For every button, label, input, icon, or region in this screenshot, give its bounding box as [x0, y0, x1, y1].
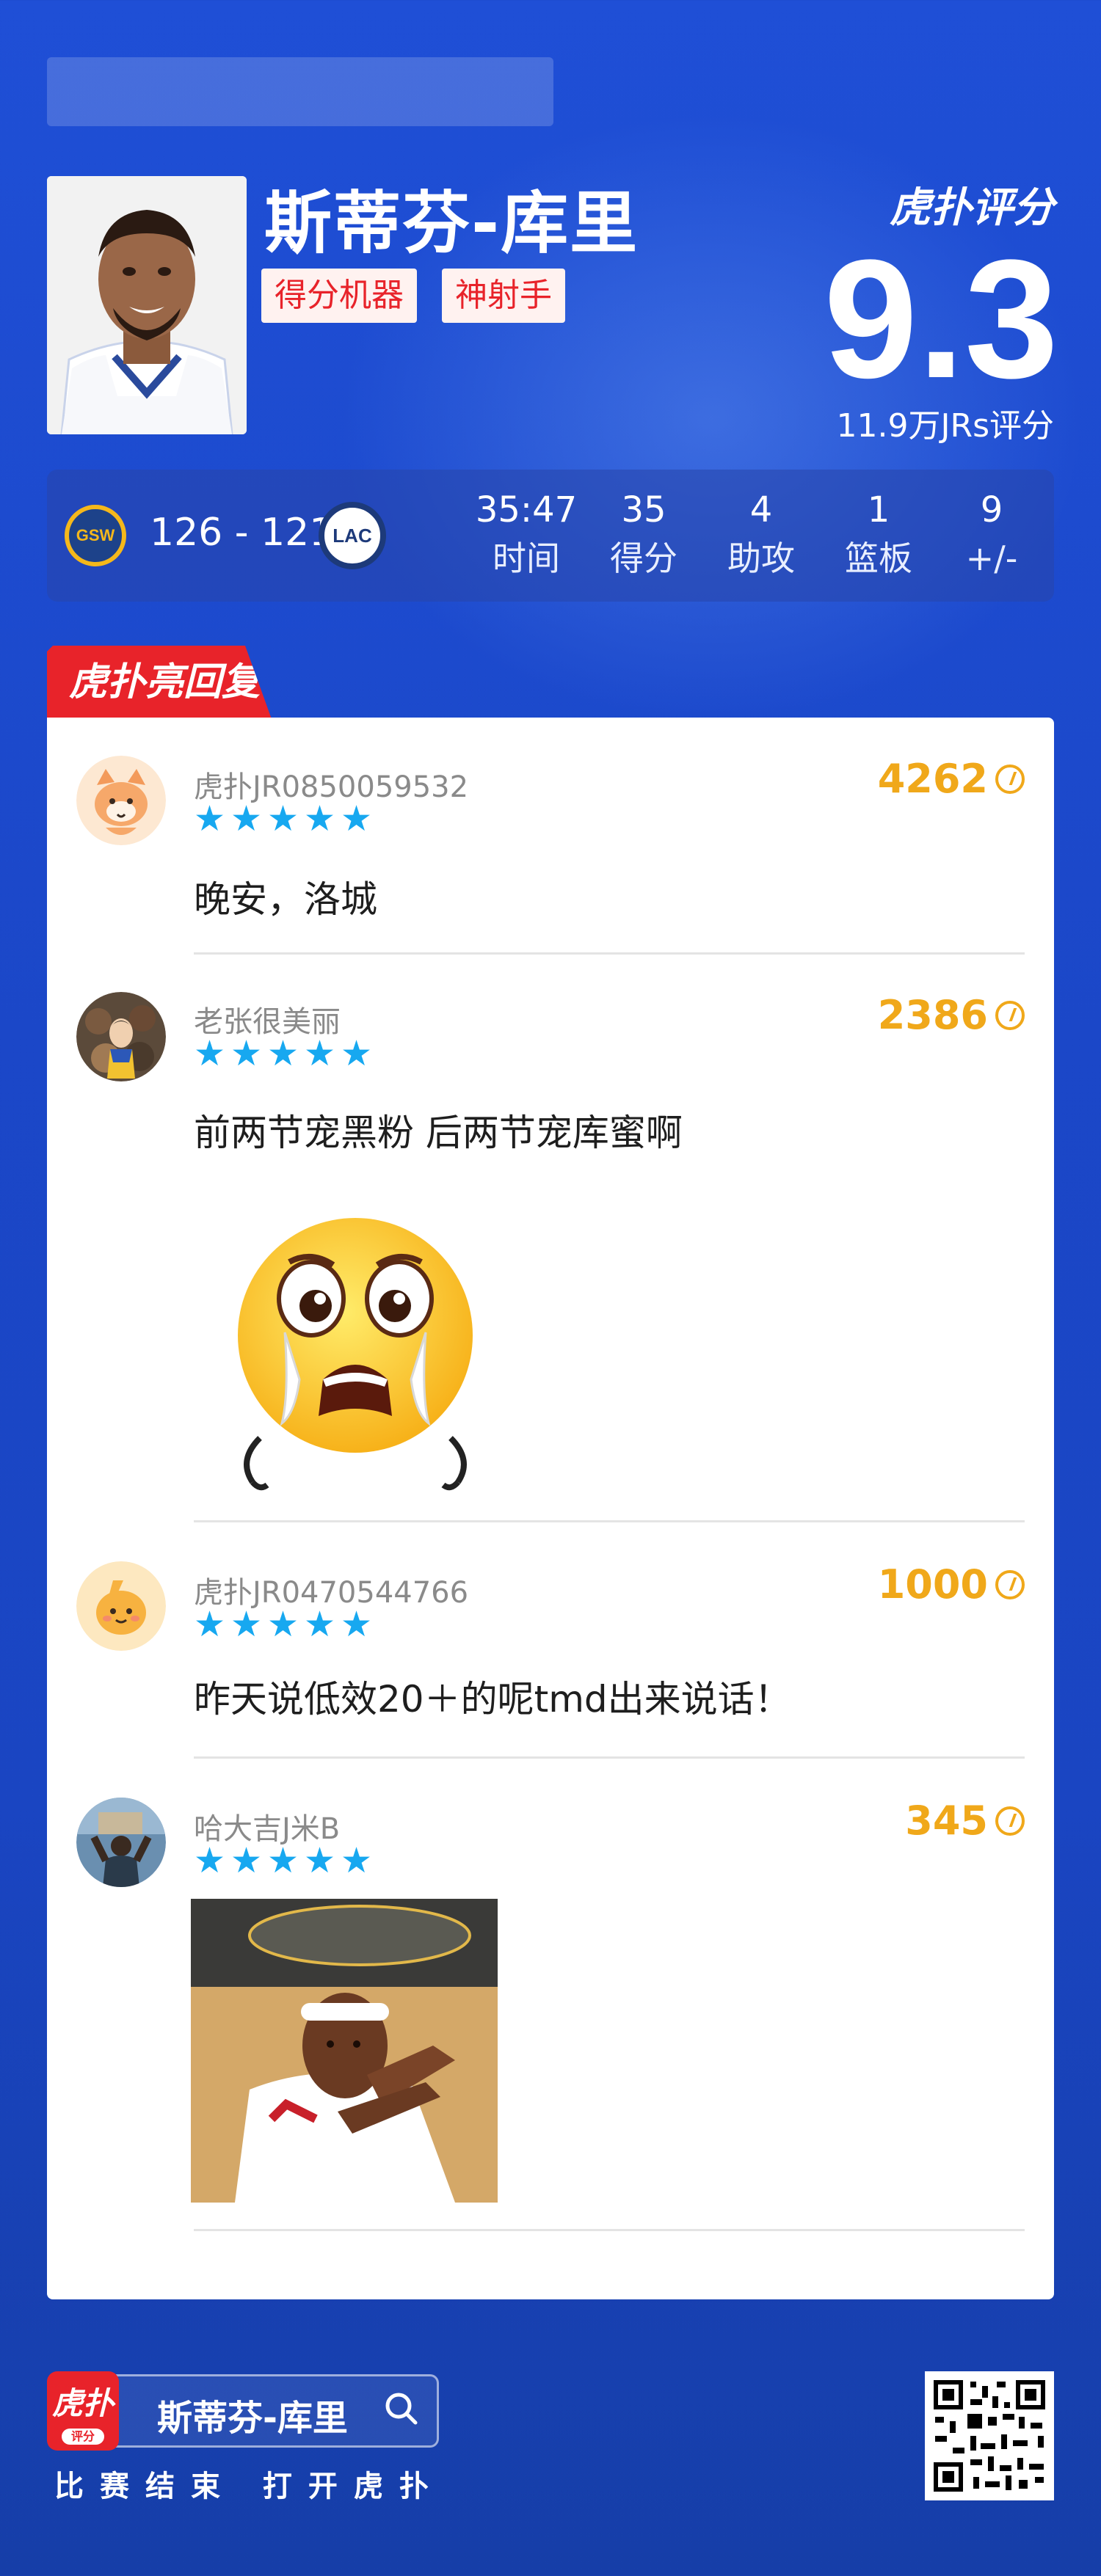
lightbulb-icon: [995, 1806, 1025, 1836]
lightbulb-icon: [995, 1000, 1025, 1030]
app-icon-sub-label: 评分: [62, 2429, 104, 2445]
stat-value: 4: [749, 489, 773, 530]
like-count: 4262: [877, 756, 988, 802]
avatar[interactable]: [76, 1561, 166, 1651]
star-icon: ★: [194, 1840, 226, 1881]
stat-assists: 4 助攻: [706, 486, 816, 583]
gsw-logo-icon: GSW: [65, 505, 126, 566]
like-button[interactable]: 2386: [878, 992, 1025, 1038]
star-icon: ★: [304, 798, 336, 839]
stat-points: 35 得分: [589, 486, 699, 583]
stat-label: 得分: [610, 539, 677, 578]
star-icon: ★: [341, 1033, 373, 1074]
like-count: 1000: [877, 1561, 988, 1608]
star-icon: ★: [267, 798, 299, 839]
rating-count: 11.9万JRs评分: [836, 407, 1054, 445]
lightbulb-icon: [995, 764, 1025, 794]
star-icon: ★: [230, 1840, 263, 1881]
star-icon: ★: [341, 1604, 373, 1645]
star-rating: ★ ★ ★ ★ ★: [194, 1033, 373, 1074]
star-icon: ★: [267, 1604, 299, 1645]
section-title: 虎扑亮回复: [47, 646, 272, 719]
divider: [194, 1756, 1025, 1759]
divider: [194, 952, 1025, 955]
comment-text: 晚安，洛城: [194, 878, 377, 921]
star-icon: ★: [267, 1840, 299, 1881]
search-query-text: 斯蒂芬-库里: [157, 2398, 348, 2439]
star-icon: ★: [194, 1033, 226, 1074]
stat-value: 35: [621, 489, 666, 530]
star-icon: ★: [304, 1033, 336, 1074]
star-icon: ★: [194, 798, 226, 839]
qr-code[interactable]: [925, 2371, 1054, 2500]
tag-scoring-machine: 得分机器: [261, 269, 417, 323]
star-icon: ★: [304, 1604, 336, 1645]
game-stats-bar: GSW 126 - 121 LAC 35:47 时间 35 得分 4 助攻 1 …: [47, 470, 1054, 602]
avatar[interactable]: [76, 992, 166, 1081]
player-name: 斯蒂芬-库里: [264, 184, 639, 263]
like-count: 345: [905, 1798, 988, 1844]
star-icon: ★: [341, 798, 373, 839]
star-icon: ★: [230, 1604, 263, 1645]
stat-value: 1: [867, 489, 890, 530]
divider: [194, 1520, 1025, 1522]
player-photo: [47, 176, 247, 434]
star-rating: ★ ★ ★ ★ ★: [194, 1604, 373, 1645]
like-count: 2386: [877, 992, 988, 1038]
tag-sharpshooter: 神射手: [442, 269, 565, 323]
like-button[interactable]: 1000: [878, 1561, 1025, 1608]
star-icon: ★: [304, 1840, 336, 1881]
avatar[interactable]: [76, 756, 166, 845]
star-icon: ★: [230, 1033, 263, 1074]
player-score: 9.3: [824, 225, 1058, 413]
crying-emoji-sticker[interactable]: [208, 1203, 502, 1497]
comment-text: 前两节宠黑粉 后两节宠库蜜啊: [194, 1112, 683, 1154]
search-icon[interactable]: [385, 2392, 418, 2426]
bottom-caption: 比赛结束 打开虎扑: [54, 2470, 445, 2503]
like-button[interactable]: 345: [905, 1798, 1025, 1844]
comment-text: 昨天说低效20＋的呢tmd出来说话！: [194, 1678, 791, 1721]
blurred-banner: [47, 57, 553, 126]
stat-label: 助攻: [727, 539, 795, 578]
stat-value: 35:47: [475, 489, 578, 530]
star-icon: ★: [230, 798, 263, 839]
comments-card: 虎扑JR0850059532 ★ ★ ★ ★ ★ 晚安，洛城 4262 老张很美…: [47, 718, 1054, 2299]
lac-logo-icon: LAC: [319, 502, 386, 569]
game-score: 126 - 121: [150, 511, 334, 555]
star-rating: ★ ★ ★ ★ ★: [194, 1840, 373, 1881]
stat-value: 9: [980, 489, 1003, 530]
lightbulb-icon: [995, 1569, 1025, 1599]
stat-minutes: 35:47 时间: [471, 486, 581, 583]
stat-label: 时间: [493, 539, 560, 578]
stat-label: 篮板: [845, 539, 912, 578]
star-icon: ★: [341, 1840, 373, 1881]
divider: [194, 2229, 1025, 2231]
like-button[interactable]: 4262: [878, 756, 1025, 802]
stat-plus-minus: 9 +/-: [937, 486, 1047, 583]
hupu-app-icon[interactable]: 虎扑 评分: [47, 2371, 119, 2451]
avatar[interactable]: [76, 1798, 166, 1887]
app-icon-label: 虎扑: [51, 2385, 114, 2421]
star-icon: ★: [194, 1604, 226, 1645]
star-rating: ★ ★ ★ ★ ★: [194, 798, 373, 839]
stat-rebounds: 1 篮板: [824, 486, 934, 583]
stat-label: +/-: [965, 539, 1018, 578]
comment-image[interactable]: [191, 1899, 498, 2203]
star-icon: ★: [267, 1033, 299, 1074]
